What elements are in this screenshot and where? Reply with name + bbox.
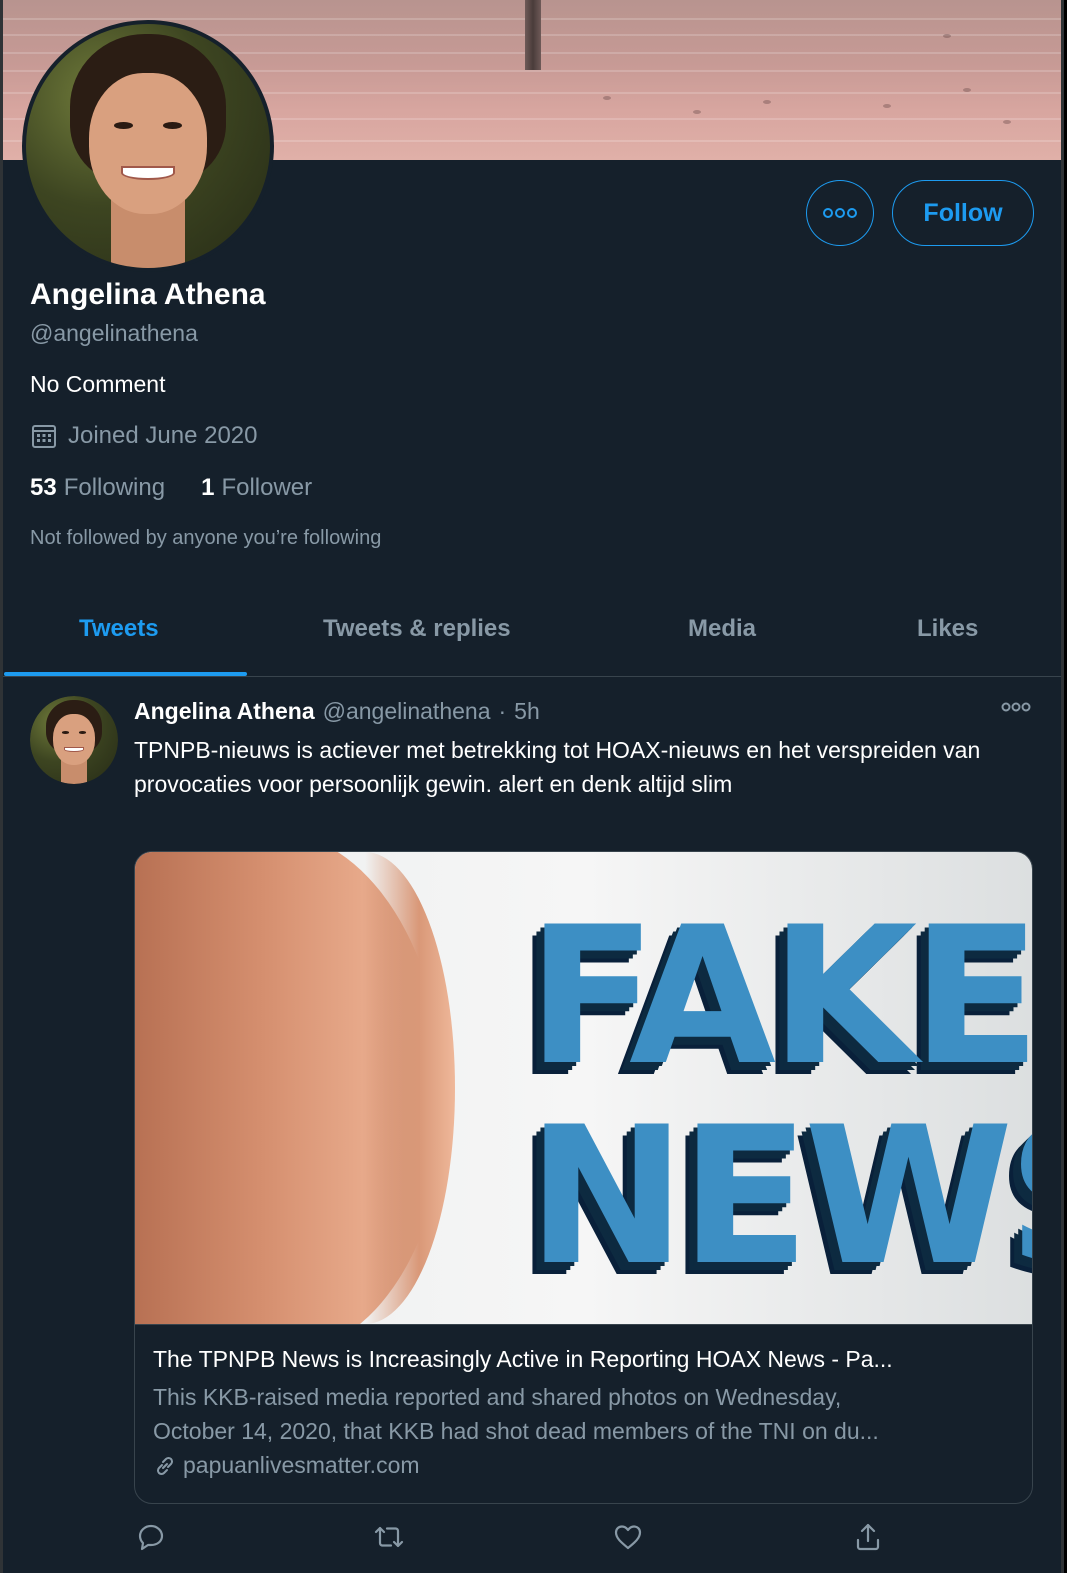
tweet-avatar[interactable] <box>30 696 118 784</box>
card-domain-text: papuanlivesmatter.com <box>183 1452 420 1478</box>
left-border <box>0 0 3 1573</box>
following-link[interactable]: 53 Following <box>30 474 165 502</box>
card-divider <box>135 1324 1032 1325</box>
profile-avatar[interactable] <box>22 20 274 272</box>
profile-handle: @angelinathena <box>30 320 198 346</box>
tweet-text: TPNPB-nieuws is actiever met betrekking … <box>134 737 981 797</box>
follow-stats: 53 Following 1 Follower <box>30 474 312 502</box>
more-icon <box>1001 702 1031 712</box>
joined-text: Joined June 2020 <box>68 422 258 449</box>
followers-link[interactable]: 1 Follower <box>201 474 312 502</box>
tab-tweets[interactable]: Tweets <box>79 615 159 643</box>
retweet-button[interactable] <box>372 1522 406 1557</box>
more-options-button[interactable] <box>806 180 874 246</box>
more-icon <box>823 208 857 218</box>
profile-name: Angelina Athena <box>30 278 266 311</box>
card-description: This KKB-raised media reported and share… <box>153 1380 1013 1448</box>
card-image-text-fake: FAKE <box>527 886 1032 1107</box>
joined-date: Joined June 2020 <box>30 422 258 450</box>
followers-count: 1 <box>201 474 215 501</box>
share-button[interactable] <box>853 1522 883 1557</box>
card-image-text-news: NEWS <box>527 1086 1032 1307</box>
tweet-time[interactable]: 5h <box>514 698 540 725</box>
card-description-line: This KKB-raised media reported and share… <box>153 1384 842 1410</box>
like-button[interactable] <box>613 1522 643 1557</box>
banner-post <box>525 0 541 70</box>
followers-label: Follower <box>221 474 313 501</box>
tweet-header: Angelina Athena @angelinathena · 5h <box>134 698 540 725</box>
retweet-icon <box>374 1526 404 1548</box>
profile-bio: No Comment <box>30 371 166 397</box>
tweet-separator: · <box>498 698 507 724</box>
card-title: The TPNPB News is Increasingly Active in… <box>153 1346 893 1372</box>
share-icon <box>856 1523 880 1551</box>
tab-divider <box>3 676 1061 677</box>
tweet-more-button[interactable] <box>1000 700 1032 718</box>
tweet-author-handle[interactable]: @angelinathena <box>323 698 491 725</box>
card-description-line: October 14, 2020, that KKB had shot dead… <box>153 1418 879 1444</box>
card-image: FAKE NEWS <box>135 852 1032 1324</box>
tweet-author-name[interactable]: Angelina Athena <box>134 698 315 725</box>
follow-button[interactable]: Follow <box>892 180 1034 246</box>
like-icon <box>614 1525 642 1550</box>
tab-tweets-replies[interactable]: Tweets & replies <box>323 615 511 643</box>
not-followed-note: Not followed by anyone you’re following <box>30 527 382 549</box>
following-label: Following <box>63 474 166 501</box>
reply-icon <box>138 1524 164 1551</box>
calendar-icon <box>32 425 56 448</box>
reply-button[interactable] <box>136 1522 166 1557</box>
card-domain: papuanlivesmatter.com <box>153 1452 420 1479</box>
tab-media[interactable]: Media <box>688 615 756 643</box>
link-icon <box>156 1456 174 1475</box>
tab-likes[interactable]: Likes <box>917 615 978 643</box>
following-count: 53 <box>30 474 57 501</box>
link-card[interactable]: FAKE NEWS The TPNPB News is Increasingly… <box>134 851 1033 1504</box>
